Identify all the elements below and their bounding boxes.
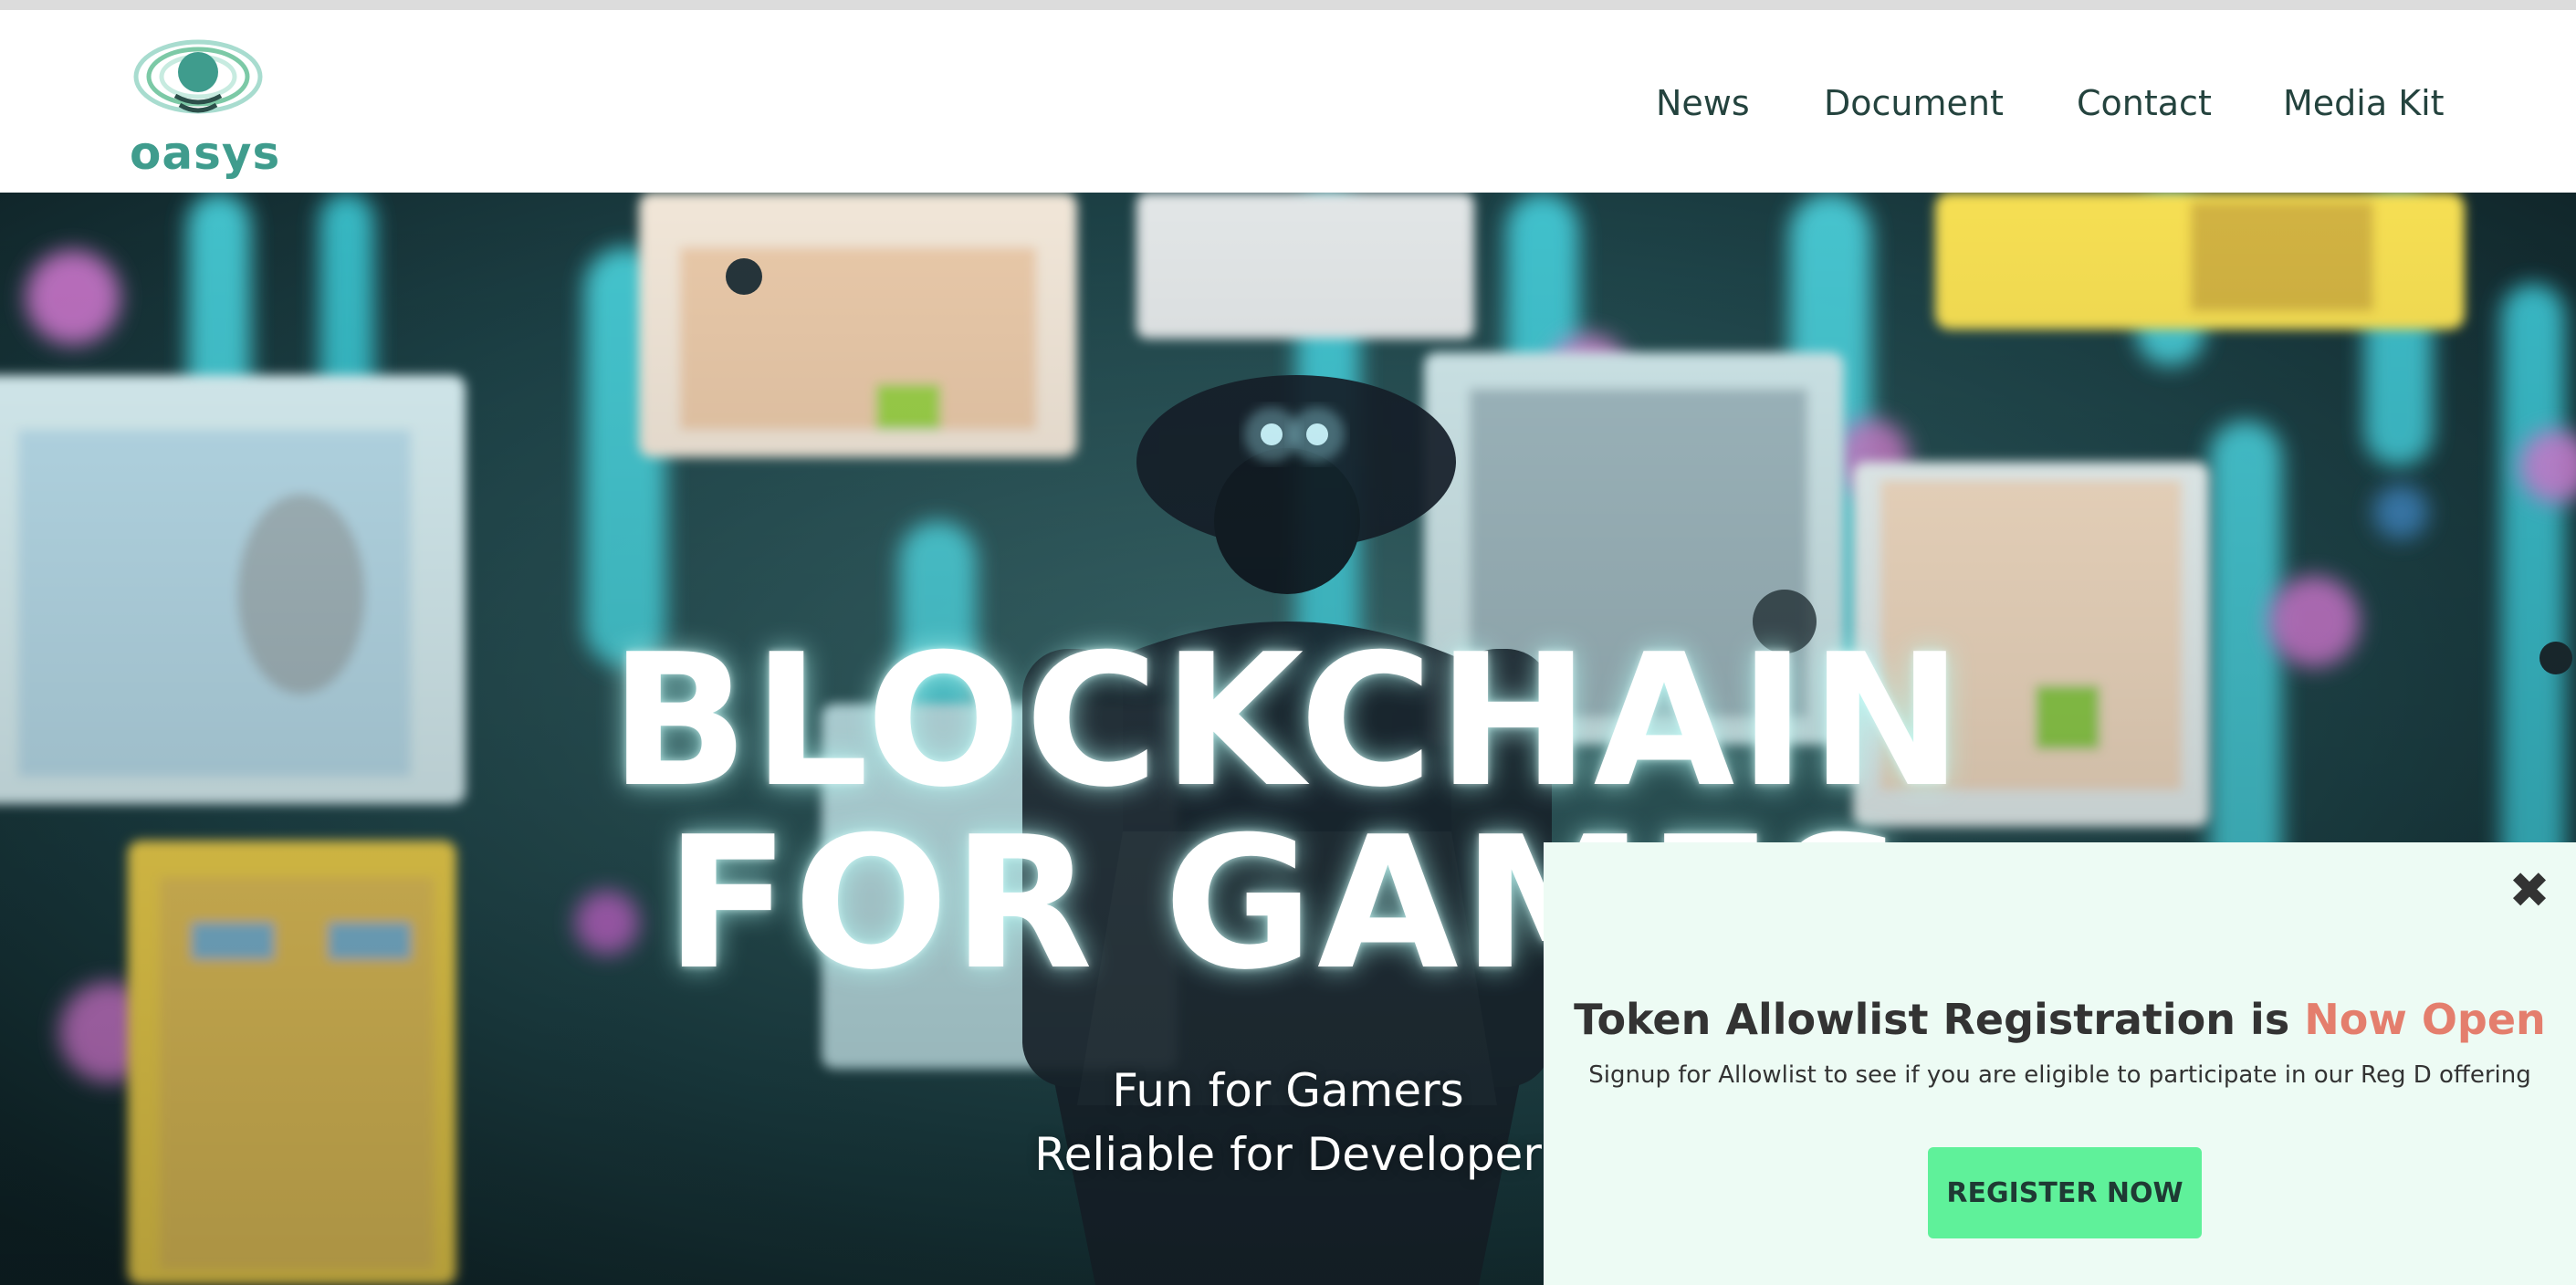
oasys-logo[interactable]: oasys [130,36,281,182]
popup-title: Token Allowlist Registration is Now Open [1544,995,2576,1044]
popup-title-highlight: Now Open [2304,995,2546,1044]
close-icon[interactable]: ✖ [2504,865,2555,916]
logo-wordmark: oasys [130,127,281,180]
register-now-button[interactable]: REGISTER NOW [1928,1147,2202,1238]
hero-headline-line1: BLOCKCHAIN [609,615,1967,828]
nav-document[interactable]: Document [1824,83,2004,123]
nav-news[interactable]: News [1656,83,1750,123]
allowlist-popup: ✖ Token Allowlist Registration is Now Op… [1544,842,2576,1285]
popup-title-prefix: Token Allowlist Registration is [1574,995,2305,1044]
nav-media-kit[interactable]: Media Kit [2283,83,2445,123]
top-divider [0,0,2576,10]
popup-subtitle: Signup for Allowlist to see if you are e… [1588,1061,2531,1089]
nav-contact[interactable]: Contact [2077,83,2212,123]
logo-emblem-icon [133,39,263,114]
site-header: oasys News Document Contact Media Kit [0,10,2576,193]
